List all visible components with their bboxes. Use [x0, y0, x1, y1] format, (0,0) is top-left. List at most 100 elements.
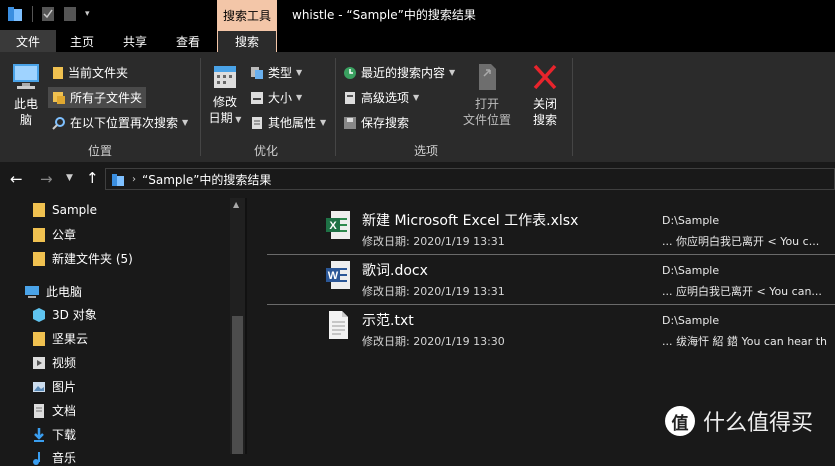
kind-label: 类型: [268, 66, 293, 80]
video-icon: [33, 356, 45, 369]
file-path: D:\Sample: [662, 214, 720, 227]
excel-icon: X: [326, 211, 350, 239]
up-arrow-icon[interactable]: ↑: [86, 169, 99, 187]
subfolders-icon: [53, 91, 65, 104]
tree-item-jianguoyun[interactable]: 坚果云: [32, 330, 88, 347]
tree-item-label: 下载: [52, 428, 77, 442]
quick-access-toolbar: ▾: [6, 5, 90, 23]
recent-locations-chevron-icon[interactable]: ▼: [66, 173, 73, 183]
current-folder-button[interactable]: 当前文件夹: [52, 64, 128, 81]
recent-search-icon: [344, 66, 356, 79]
window-title: whistle - “Sample”中的搜索结果: [292, 8, 476, 22]
location-group-label: 位置: [88, 144, 113, 158]
watermark: 值 什么值得买: [665, 405, 813, 437]
recent-searches-button[interactable]: 最近的搜索内容 ▼: [343, 64, 455, 81]
file-name[interactable]: 歌词.docx: [362, 260, 428, 280]
kind-button[interactable]: 类型 ▼: [250, 64, 302, 81]
download-icon: [34, 427, 44, 442]
tree-item-label: Sample: [52, 203, 97, 217]
address-path[interactable]: › “Sample”中的搜索结果: [110, 171, 271, 188]
tab-search[interactable]: 搜索: [217, 30, 277, 52]
advanced-options-button[interactable]: 高级选项 ▼: [343, 89, 419, 106]
tree-scrollbar-thumb[interactable]: [232, 316, 243, 454]
search-icon: [52, 116, 65, 130]
tree-item-new-folder-5[interactable]: 新建文件夹 (5): [32, 250, 133, 267]
tree-item-label: 3D 对象: [52, 308, 97, 322]
svg-text:W: W: [328, 270, 339, 282]
tree-item-sample[interactable]: Sample: [32, 202, 97, 218]
folder-icon: [33, 227, 45, 242]
tree-item-gongzhang[interactable]: 公章: [32, 226, 76, 243]
file-name[interactable]: 示范.txt: [362, 310, 414, 330]
tree-item-label: 视频: [52, 356, 77, 370]
svg-text:X: X: [329, 220, 337, 232]
tab-file[interactable]: 文件: [0, 30, 56, 52]
open-location-icon: [479, 64, 496, 90]
options-group-label: 选项: [414, 144, 439, 158]
other-properties-label: 其他属性: [268, 116, 317, 130]
file-modified-date: 修改日期: 2020/1/19 13:30: [362, 335, 505, 348]
date-modified-button[interactable]: 修改 日期 ▼: [206, 62, 244, 128]
tree-item-pictures[interactable]: 图片: [32, 378, 76, 395]
search-again-button[interactable]: 在以下位置再次搜索 ▼: [52, 114, 188, 131]
size-button[interactable]: 大小 ▼: [250, 89, 302, 106]
close-search-label-2: 搜索: [532, 113, 557, 127]
folder-icon: [53, 66, 63, 79]
scroll-up-icon[interactable]: ▲: [233, 200, 239, 209]
customize-toolbar-icon[interactable]: ▾: [85, 9, 90, 19]
chevron-down-icon: ▼: [296, 68, 303, 77]
word-icon: W: [326, 261, 350, 289]
tree-item-label: 音乐: [52, 451, 77, 465]
tree-item-label: 此电脑: [46, 285, 83, 299]
ribbon-separator: [572, 58, 573, 156]
save-icon: [344, 116, 356, 129]
picture-icon: [33, 381, 45, 392]
explorer-app-icon[interactable]: [6, 5, 24, 23]
calendar-icon: [214, 66, 236, 88]
chevron-down-icon: ▼: [182, 118, 189, 127]
open-location-label-2: 文件位置: [462, 113, 511, 127]
tree-item-music[interactable]: 音乐: [32, 449, 76, 466]
tree-item-label: 坚果云: [52, 332, 89, 346]
tree-item-label: 公章: [52, 228, 77, 242]
tab-view[interactable]: 查看: [162, 30, 214, 52]
search-again-label: 在以下位置再次搜索: [70, 116, 179, 130]
tree-item-this-pc[interactable]: 此电脑: [24, 283, 82, 300]
row-separator: [267, 254, 835, 255]
breadcrumb-chevron-icon: ›: [132, 174, 136, 185]
other-properties-button[interactable]: 其他属性 ▼: [250, 114, 326, 131]
file-name[interactable]: 新建 Microsoft Excel 工作表.xlsx: [362, 210, 578, 230]
computer-icon: [25, 285, 39, 298]
file-path: D:\Sample: [662, 264, 720, 277]
file-snippet: ... 应明白我已离开 < You can...: [662, 285, 822, 298]
file-modified-date: 修改日期: 2020/1/19 13:31: [362, 235, 505, 248]
all-subfolders-button[interactable]: 所有子文件夹: [48, 87, 147, 108]
search-tools-context-tab: 搜索工具: [217, 0, 277, 30]
folder-icon: [33, 251, 45, 266]
tree-item-label: 图片: [52, 380, 77, 394]
new-folder-quick-icon[interactable]: [63, 6, 77, 22]
properties-icon[interactable]: [41, 6, 55, 22]
this-pc-button[interactable]: 此电 脑: [8, 62, 44, 128]
close-icon: [533, 64, 557, 90]
open-file-location-button[interactable]: 打开 文件位置: [458, 62, 516, 128]
save-search-button[interactable]: 保存搜索: [343, 114, 409, 131]
back-arrow-icon[interactable]: ←: [10, 170, 23, 188]
forward-arrow-icon[interactable]: →: [40, 170, 53, 188]
advanced-options-label: 高级选项: [361, 91, 410, 105]
tab-home[interactable]: 主页: [56, 30, 108, 52]
tree-item-label: 文档: [52, 404, 77, 418]
date-modified-label-1: 修改: [212, 95, 237, 109]
document-icon: [34, 403, 44, 418]
chevron-down-icon: ▼: [449, 68, 456, 77]
tree-item-3d-objects[interactable]: 3D 对象: [32, 306, 97, 323]
tree-item-videos[interactable]: 视频: [32, 354, 76, 371]
watermark-text: 什么值得买: [703, 411, 814, 436]
recent-searches-label: 最近的搜索内容: [361, 66, 446, 80]
ribbon-separator: [335, 58, 336, 156]
tree-item-downloads[interactable]: 下载: [32, 426, 76, 443]
tree-item-documents[interactable]: 文档: [32, 402, 76, 419]
tab-share[interactable]: 共享: [108, 30, 162, 52]
chevron-down-icon: ▼: [296, 93, 303, 102]
close-search-button[interactable]: 关闭 搜索: [526, 62, 564, 128]
